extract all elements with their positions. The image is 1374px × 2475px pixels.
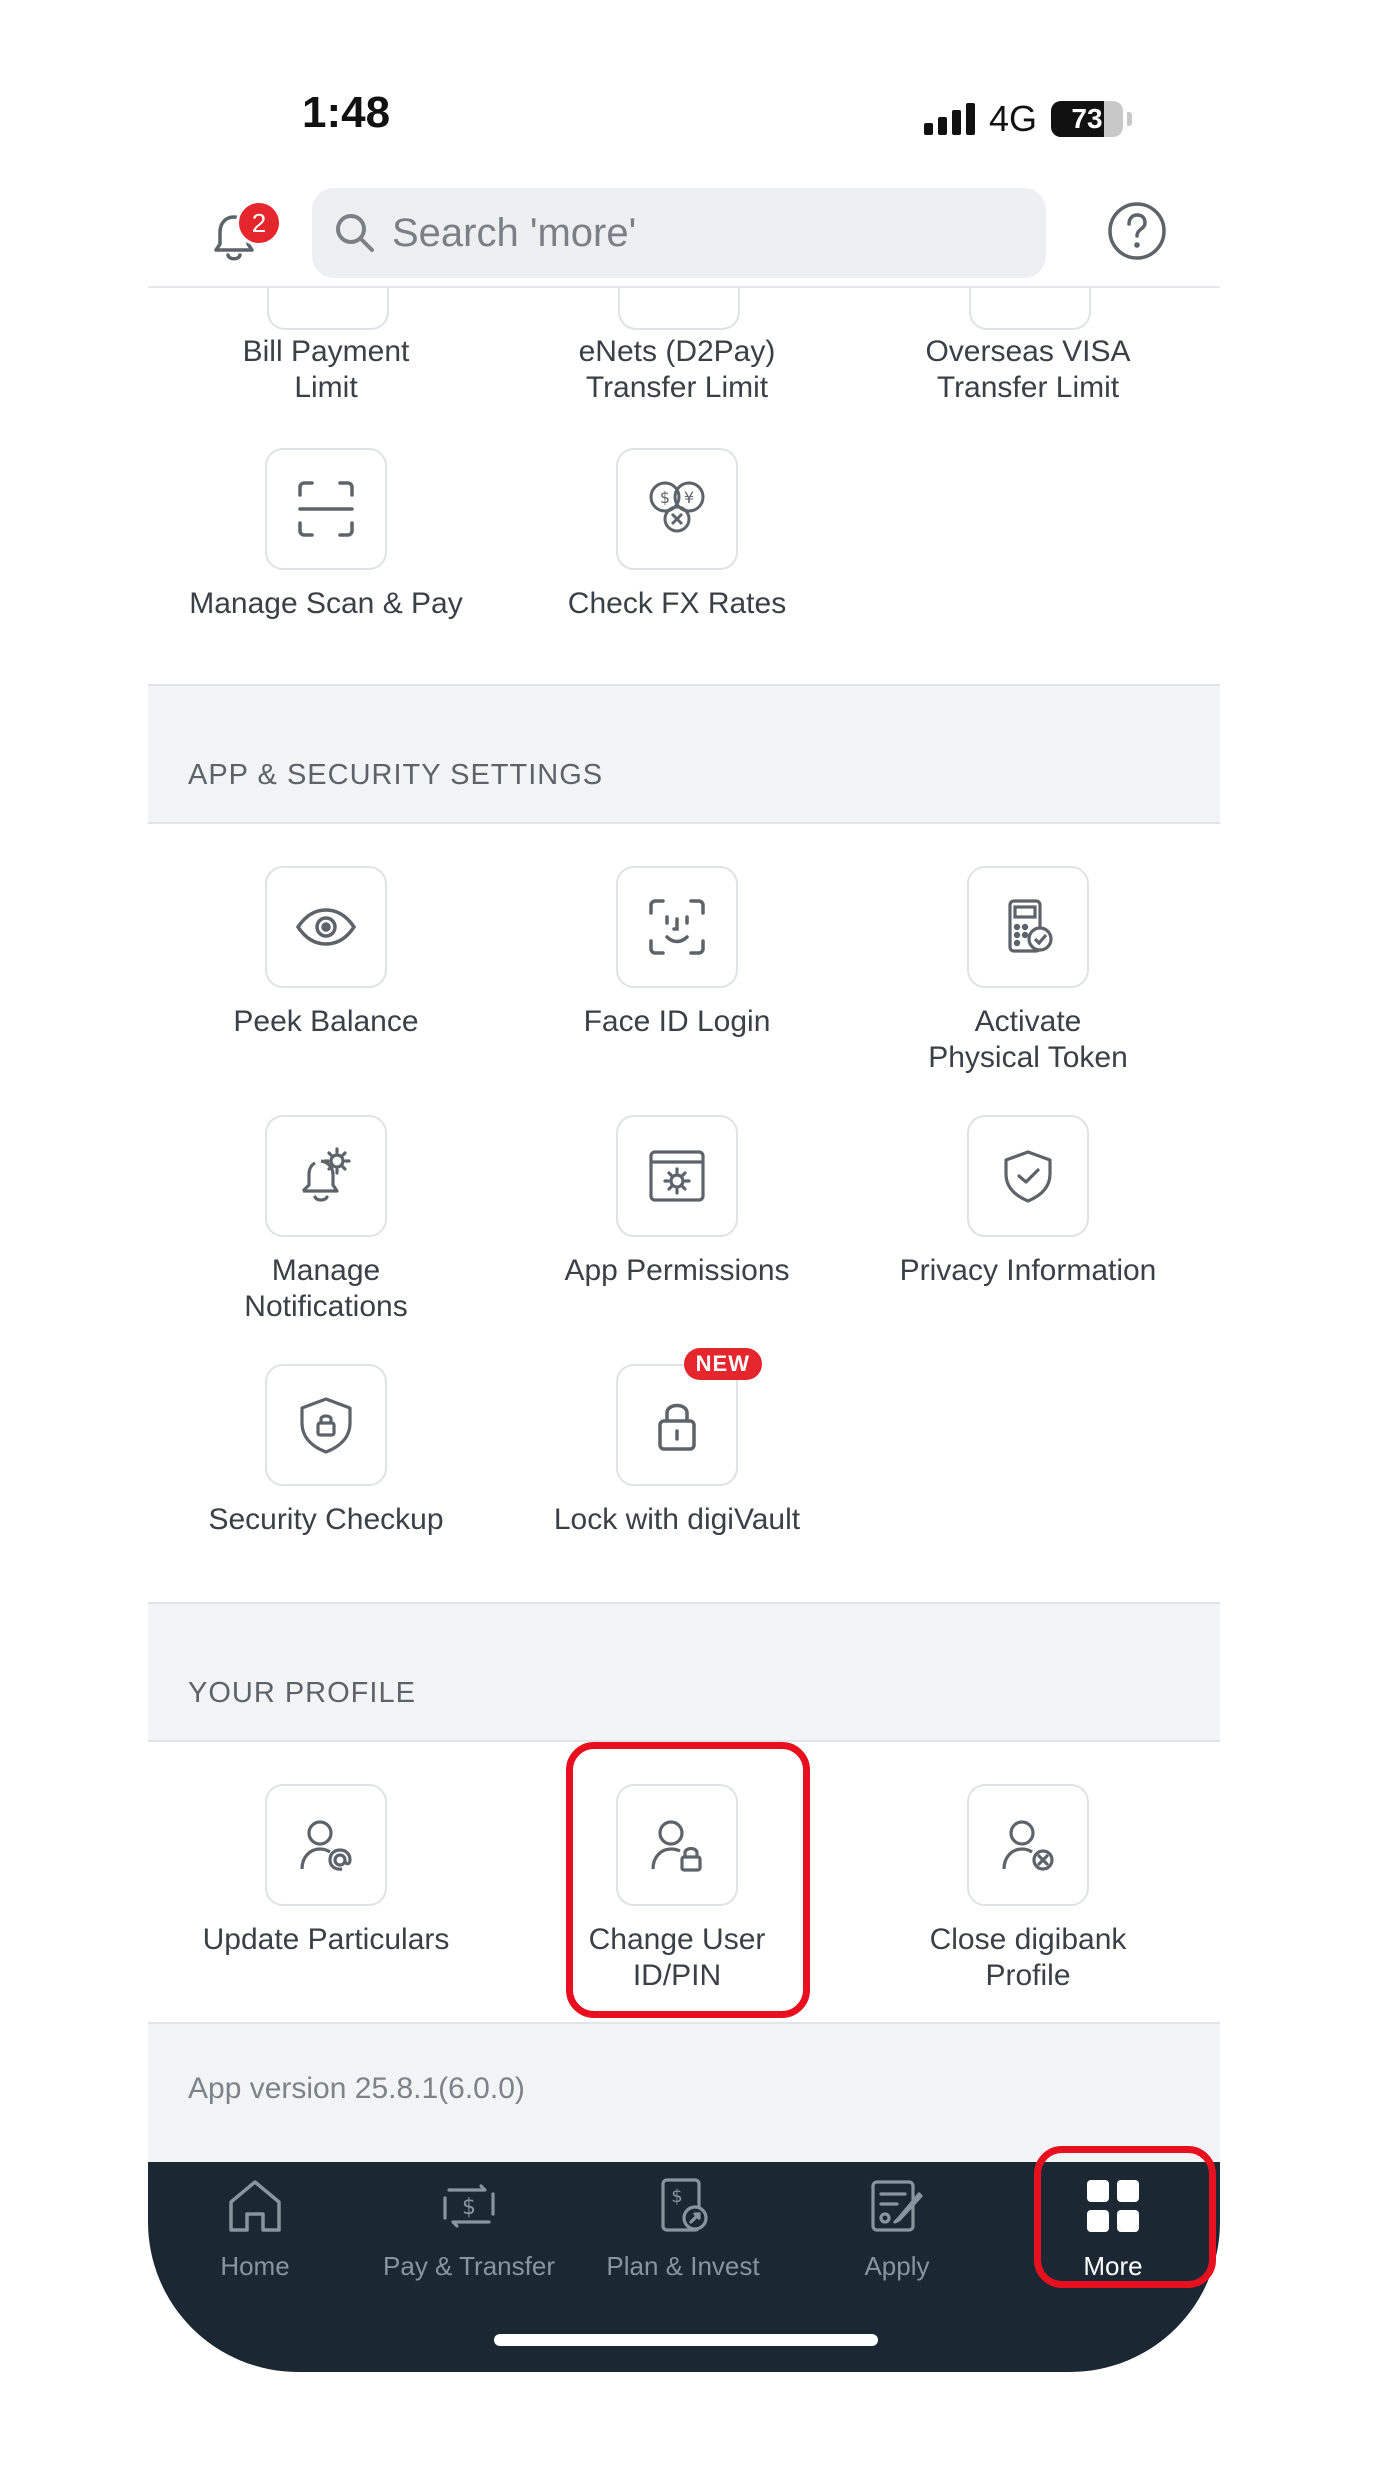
network-type: 4G xyxy=(988,98,1037,139)
face-id-login[interactable]: Face ID Login xyxy=(501,866,853,1040)
check-fx-rates[interactable]: $ ¥ Check FX Rates xyxy=(501,448,853,622)
section-title: APP & SECURITY SETTINGS xyxy=(188,759,604,791)
nav-label: Apply xyxy=(864,2251,930,2281)
home-icon xyxy=(229,2180,281,2232)
plan-invest-icon: $ xyxy=(661,2178,708,2232)
fx-rates-icon: $ ¥ xyxy=(616,448,738,570)
section-your-profile: YOUR PROFILE xyxy=(148,1602,1220,1742)
user-x-icon xyxy=(967,1784,1089,1906)
lock-with-digivault[interactable]: NEW Lock with digiVault xyxy=(501,1348,853,1538)
bell-gear-icon xyxy=(265,1115,387,1237)
app-version: App version 25.8.1(6.0.0) xyxy=(188,2072,525,2105)
security-checkup[interactable]: Security Checkup xyxy=(150,1364,502,1538)
app-version-footer: App version 25.8.1(6.0.0) xyxy=(148,2022,1220,2164)
bill-payment-limit[interactable]: Bill Payment Limit xyxy=(150,318,502,406)
svg-text:$: $ xyxy=(462,2195,476,2220)
notification-badge: 2 xyxy=(236,200,282,246)
update-particulars[interactable]: Update Particulars xyxy=(150,1784,502,1958)
header: 2 Search 'more' xyxy=(148,186,1220,286)
close-digibank-profile[interactable]: Close digibank Profile xyxy=(852,1784,1204,1994)
battery-level: 73 xyxy=(1071,103,1103,134)
eye-icon xyxy=(265,866,387,988)
svg-text:$: $ xyxy=(660,488,670,507)
overseas-visa-transfer-limit[interactable]: Overseas VISA Transfer Limit xyxy=(852,318,1204,406)
activate-physical-token[interactable]: Activate Physical Token xyxy=(852,866,1204,1076)
nav-plan-invest[interactable]: $ Plan & Invest xyxy=(576,2174,790,2282)
manage-scan-pay[interactable]: Manage Scan & Pay xyxy=(150,448,502,622)
item-label: Face ID Login xyxy=(583,1005,771,1038)
shield-check-icon xyxy=(967,1115,1089,1237)
item-label: Manage Notifications xyxy=(244,1254,408,1323)
enets-transfer-limit[interactable]: eNets (D2Pay) Transfer Limit xyxy=(501,318,853,406)
nav-apply[interactable]: Apply xyxy=(790,2174,1004,2282)
svg-text:$: $ xyxy=(671,2186,682,2207)
app-permissions[interactable]: App Permissions xyxy=(501,1115,853,1289)
help-icon[interactable] xyxy=(1106,200,1168,267)
lock-icon: NEW xyxy=(616,1348,762,1486)
permissions-icon xyxy=(616,1115,738,1237)
item-label: App Permissions xyxy=(564,1254,790,1287)
user-at-icon xyxy=(265,1784,387,1906)
section-title: YOUR PROFILE xyxy=(188,1677,416,1709)
item-label: Check FX Rates xyxy=(567,587,787,620)
item-label: Peek Balance xyxy=(233,1005,419,1038)
privacy-information[interactable]: Privacy Information xyxy=(852,1115,1204,1289)
manage-notifications[interactable]: Manage Notifications xyxy=(150,1115,502,1325)
item-label: Close digibank Profile xyxy=(929,1923,1127,1992)
peek-balance[interactable]: Peek Balance xyxy=(150,866,502,1040)
item-label: Activate Physical Token xyxy=(928,1005,1128,1074)
item-label: eNets (D2Pay) Transfer Limit xyxy=(578,335,776,404)
apply-icon xyxy=(871,2180,923,2232)
signal-icon xyxy=(923,103,975,135)
pay-transfer-icon: $ xyxy=(443,2184,495,2228)
status-time: 1:48 xyxy=(302,88,391,137)
nav-pay-transfer[interactable]: $ Pay & Transfer xyxy=(362,2174,576,2282)
item-label: Lock with digiVault xyxy=(553,1503,801,1536)
nav-label: Plan & Invest xyxy=(606,2251,760,2281)
battery-icon: 73 xyxy=(1051,101,1123,137)
new-badge: NEW xyxy=(683,1348,762,1380)
search-input[interactable]: Search 'more' xyxy=(312,188,1046,278)
shield-lock-icon xyxy=(265,1364,387,1486)
highlight-more-tab xyxy=(1034,2146,1216,2288)
status-indicators: 4G 73 xyxy=(923,98,1132,140)
search-icon xyxy=(336,214,374,252)
section-app-security: APP & SECURITY SETTINGS xyxy=(148,684,1220,824)
search-placeholder: Search 'more' xyxy=(392,210,637,255)
phone-screen: 1:48 4G 73 2 Search 'more' Bill Payment … xyxy=(148,0,1220,2475)
home-indicator[interactable] xyxy=(494,2334,878,2346)
highlight-change-user-id-pin xyxy=(566,1742,810,2018)
nav-home[interactable]: Home xyxy=(148,2174,362,2282)
svg-text:¥: ¥ xyxy=(684,488,694,507)
token-icon xyxy=(967,866,1089,988)
face-id-icon xyxy=(616,866,738,988)
scan-icon xyxy=(265,448,387,570)
item-label: Security Checkup xyxy=(208,1503,444,1536)
item-label: Bill Payment Limit xyxy=(242,335,410,404)
item-label: Manage Scan & Pay xyxy=(189,587,463,620)
nav-label: Home xyxy=(220,2251,290,2281)
item-label: Overseas VISA Transfer Limit xyxy=(925,335,1131,404)
item-label: Update Particulars xyxy=(202,1923,450,1956)
item-label: Privacy Information xyxy=(899,1254,1157,1287)
nav-label: Pay & Transfer xyxy=(383,2251,555,2281)
